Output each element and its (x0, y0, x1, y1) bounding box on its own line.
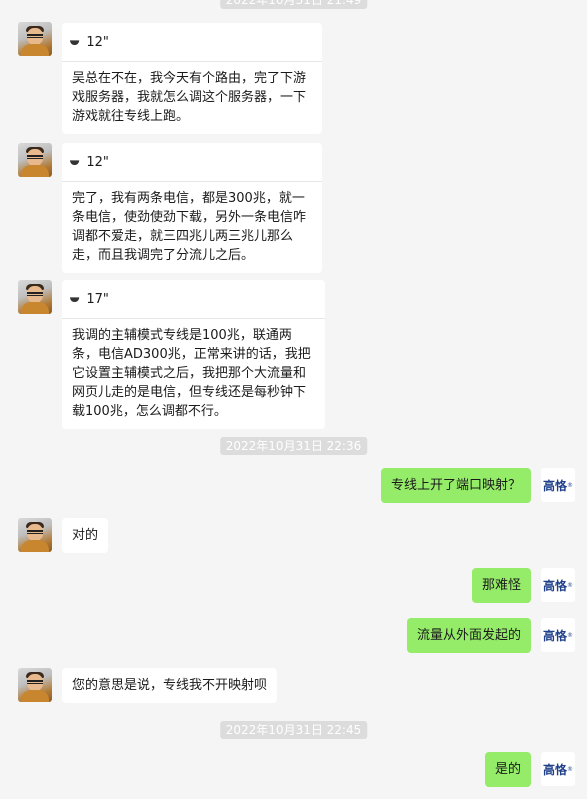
my-avatar[interactable]: 高恪 ® (541, 618, 575, 652)
contact-avatar[interactable] (18, 22, 52, 56)
voice-transcript: 吴总在不在，我今天有个路由，完了下游戏服务器，我就怎么调这个服务器，一下游戏就往… (72, 71, 307, 124)
voice-duration: 12" (86, 34, 109, 50)
contact-avatar[interactable] (18, 143, 52, 177)
voice-transcript: 完了，我有两条电信，都是300兆，就一条电信，使劲使劲下载，另外一条电信咋调都不… (72, 191, 307, 263)
contact-message-bubble[interactable]: 您的意思是说，专线我不开映射呗 (62, 668, 278, 703)
voice-message-bubble[interactable]: ◗ 12" 吴总在不在，我今天有个路由，完了下游戏服务器，我就怎么调这个服务器，… (62, 23, 322, 134)
contact-avatar[interactable] (18, 280, 52, 314)
my-message-bubble[interactable]: 那难怪 (471, 568, 531, 603)
my-avatar-label: 高恪 (542, 578, 567, 593)
my-message-bubble[interactable]: 流量从外面发起的 (406, 618, 531, 653)
voice-message-bubble[interactable]: ◗ 17" 我调的主辅模式专线是100兆，联通两条，电信AD300兆，正常来讲的… (62, 280, 325, 429)
timestamp-top-partial: 2022年10月31日 21:49 (219, 0, 368, 9)
my-avatar[interactable]: 高恪 ® (541, 568, 575, 602)
my-avatar-label: 高恪 (542, 762, 567, 777)
voice-wave-icon: ◗ (68, 38, 83, 46)
my-avatar[interactable]: 高恪 ® (541, 468, 575, 502)
voice-message-bubble[interactable]: ◗ 12" 完了，我有两条电信，都是300兆，就一条电信，使劲使劲下载，另外一条… (62, 143, 322, 273)
my-avatar-label: 高恪 (542, 628, 567, 643)
voice-message-header[interactable]: ◗ 12" (62, 143, 322, 182)
voice-transcript: 我调的主辅模式专线是100兆，联通两条，电信AD300兆，正常来讲的话，我把它设… (72, 328, 311, 419)
my-message-bubble[interactable]: 是的 (484, 752, 531, 787)
timestamp: 2022年10月31日 22:45 (219, 721, 368, 739)
contact-avatar[interactable] (18, 668, 52, 702)
my-avatar-label: 高恪 (542, 478, 567, 493)
voice-wave-icon: ◗ (68, 295, 83, 303)
voice-wave-icon: ◗ (68, 158, 83, 166)
contact-message-bubble[interactable]: 对的 (62, 518, 109, 553)
voice-message-header[interactable]: ◗ 12" (62, 23, 322, 62)
my-avatar[interactable]: 高恪 ® (541, 752, 575, 786)
voice-duration: 12" (86, 154, 109, 170)
contact-avatar[interactable] (18, 518, 52, 552)
voice-message-header[interactable]: ◗ 17" (62, 280, 325, 319)
timestamp: 2022年10月31日 22:36 (219, 437, 368, 455)
voice-duration: 17" (86, 291, 109, 307)
my-message-bubble[interactable]: 专线上开了端口映射？ (380, 468, 531, 503)
